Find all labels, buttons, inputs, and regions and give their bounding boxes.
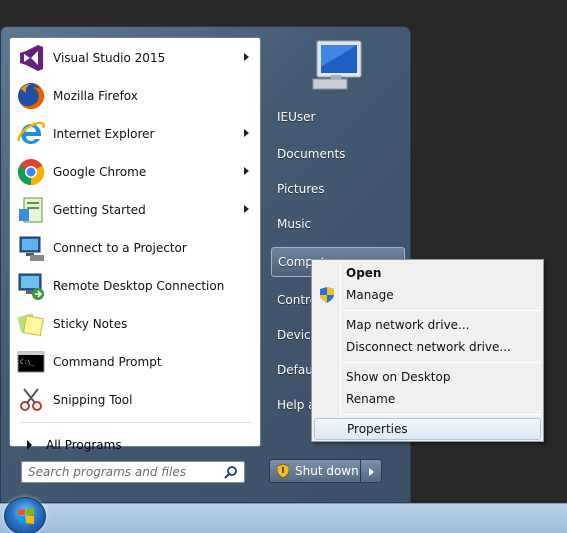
program-label: Command Prompt (53, 355, 162, 369)
uac-shield-icon (320, 287, 334, 303)
snipping-tool-icon (15, 384, 47, 416)
start-button[interactable] (4, 497, 46, 533)
search-icon[interactable] (224, 465, 238, 479)
submenu-arrow-icon[interactable] (244, 167, 249, 175)
menu-item-manage[interactable]: Manage (314, 284, 541, 306)
command-prompt-icon: C:\_ (15, 346, 47, 378)
program-remote-desktop[interactable]: Remote Desktop Connection (13, 268, 259, 304)
program-getting-started[interactable]: Getting Started (13, 192, 259, 228)
remote-desktop-icon (15, 270, 47, 302)
submenu-arrow-icon[interactable] (244, 205, 249, 213)
getting-started-icon (15, 194, 47, 226)
context-menu: Open Manage Map network drive... Disconn… (311, 259, 544, 442)
menu-item-show-on-desktop[interactable]: Show on Desktop (314, 366, 541, 388)
program-sticky-notes[interactable]: Sticky Notes (13, 306, 259, 342)
program-google-chrome[interactable]: Google Chrome (13, 154, 259, 190)
shutdown-control: Shut down (269, 459, 382, 483)
link-user[interactable]: IEUser (271, 102, 405, 132)
all-programs-label: All Programs (46, 438, 122, 452)
all-programs-button[interactable]: All Programs (13, 428, 259, 462)
expand-arrow-icon (27, 440, 32, 450)
projector-icon (15, 232, 47, 264)
program-label: Connect to a Projector (53, 241, 187, 255)
menu-item-properties[interactable]: Properties (314, 418, 541, 440)
shutdown-label: Shut down (295, 464, 359, 478)
shield-icon (276, 463, 290, 479)
svg-text:C:\_: C:\_ (20, 359, 35, 366)
submenu-arrow-icon[interactable] (244, 129, 249, 137)
menu-item-disconnect-network-drive[interactable]: Disconnect network drive... (314, 336, 541, 358)
program-label: Internet Explorer (53, 127, 155, 141)
arrow-right-icon (369, 468, 374, 476)
menu-item-map-network-drive[interactable]: Map network drive... (314, 314, 541, 336)
visual-studio-icon (15, 42, 47, 74)
menu-item-rename[interactable]: Rename (314, 388, 541, 410)
link-music[interactable]: Music (271, 209, 405, 239)
program-snipping-tool[interactable]: Snipping Tool (13, 382, 259, 418)
link-documents[interactable]: Documents (271, 139, 405, 169)
search-input[interactable] (28, 464, 218, 480)
program-label: Getting Started (53, 203, 146, 217)
search-box[interactable] (21, 461, 245, 483)
program-internet-explorer[interactable]: Internet Explorer (13, 116, 259, 152)
chrome-icon (15, 156, 47, 188)
shutdown-button[interactable]: Shut down (269, 459, 361, 483)
program-label: Remote Desktop Connection (53, 279, 225, 293)
internet-explorer-icon (15, 118, 47, 150)
program-firefox[interactable]: Mozilla Firefox (13, 78, 259, 114)
program-connect-projector[interactable]: Connect to a Projector (13, 230, 259, 266)
user-picture-icon[interactable] (301, 37, 367, 97)
program-label: Mozilla Firefox (53, 89, 138, 103)
program-label: Google Chrome (53, 165, 147, 179)
programs-pane: Visual Studio 2015 Mozilla Firefox Inter… (9, 37, 261, 452)
menu-item-open[interactable]: Open (314, 262, 541, 284)
sticky-notes-icon (15, 308, 47, 340)
link-pictures[interactable]: Pictures (271, 174, 405, 204)
program-label: Snipping Tool (53, 393, 133, 407)
taskbar (0, 503, 567, 533)
menu-separator (342, 310, 541, 311)
menu-separator (342, 414, 541, 415)
windows-logo-icon (18, 508, 34, 524)
submenu-arrow-icon[interactable] (244, 53, 249, 61)
program-visual-studio[interactable]: Visual Studio 2015 (13, 40, 259, 76)
menu-item-label: Manage (346, 288, 394, 302)
shutdown-options-button[interactable] (361, 459, 382, 483)
menu-separator (342, 362, 541, 363)
firefox-icon (15, 80, 47, 112)
program-command-prompt[interactable]: C:\_ Command Prompt (13, 344, 259, 380)
divider (20, 422, 252, 423)
program-label: Sticky Notes (53, 317, 128, 331)
program-label: Visual Studio 2015 (53, 51, 166, 65)
